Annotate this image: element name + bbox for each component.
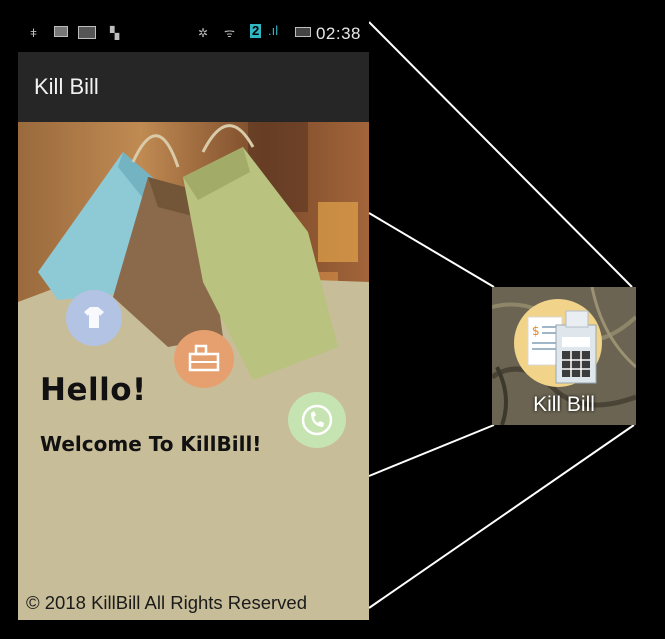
app-bar: Kill Bill <box>18 52 369 122</box>
sync-icon: ✲ <box>198 26 209 40</box>
usb-icon: ǂ <box>30 26 38 40</box>
greeting-heading: Hello! <box>40 372 147 408</box>
welcome-message: Welcome To KillBill! <box>40 432 262 456</box>
app-title: Kill Bill <box>34 74 99 99</box>
phone-screen: ǂ ▚ ✲ ᯤ 2 .ıl 02:38 Kill Bill Hello! Wel… <box>18 16 369 620</box>
receipt-calculator-icon[interactable]: $ <box>512 297 608 391</box>
svg-text:$: $ <box>532 324 540 338</box>
status-bar: ǂ ▚ ✲ ᯤ 2 .ıl 02:38 <box>18 16 369 52</box>
message-icon <box>54 26 68 40</box>
status-time: 02:38 <box>315 24 361 43</box>
main-content: Hello! Welcome To KillBill! © 2018 KillB… <box>18 122 369 620</box>
image-icon <box>78 26 96 40</box>
phone-icon <box>288 392 346 448</box>
launcher-icon-zoom: $ Kill Bill <box>492 287 636 425</box>
signal-icon: .ıl <box>268 23 279 38</box>
battery-icon <box>295 26 311 40</box>
notification-icon: ▚ <box>110 26 120 40</box>
network-badge: 2 <box>250 23 262 38</box>
launcher-app-label: Kill Bill <box>533 393 595 416</box>
shop-counter-icon <box>174 330 234 388</box>
copyright-footer: © 2018 KillBill All Rights Reserved <box>26 592 307 613</box>
tshirt-icon <box>66 290 122 346</box>
wifi-icon: ᯤ <box>224 26 235 40</box>
